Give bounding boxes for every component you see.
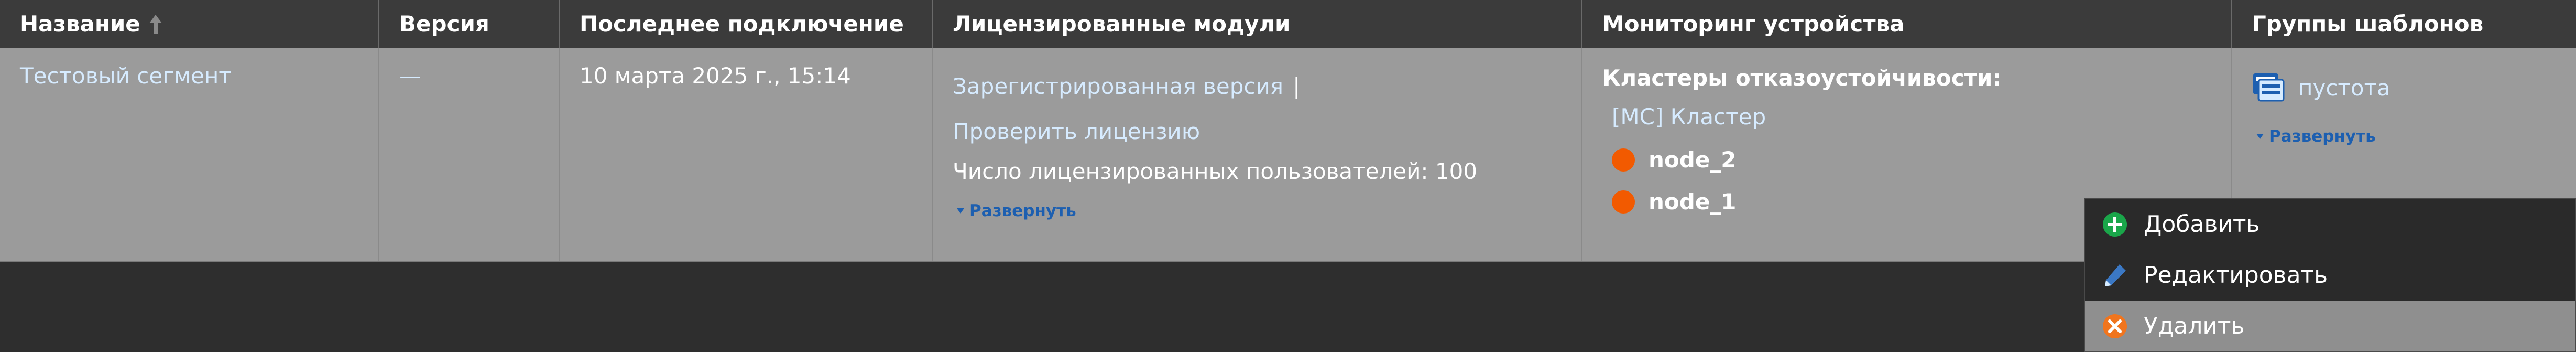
node-item[interactable]: node_2 — [1612, 147, 1737, 173]
column-header-label: Последнее подключение — [580, 11, 904, 37]
expand-label: Развернуть — [969, 201, 1076, 220]
template-group-name: пустота — [2298, 74, 2391, 101]
column-header-version[interactable]: Версия — [379, 0, 560, 48]
column-header-label: Мониторинг устройства — [1602, 11, 1905, 37]
status-dot-icon — [1612, 148, 1635, 172]
menu-item-edit[interactable]: Редактировать — [2085, 250, 2575, 301]
expand-triangle-icon — [2256, 134, 2264, 139]
node-item[interactable]: node_1 — [1612, 189, 1737, 215]
column-header-device-monitoring[interactable]: Мониторинг устройства — [1582, 0, 2232, 48]
licenses-expand-link[interactable]: Развернуть — [957, 201, 1076, 220]
clusters-title: Кластеры отказоустойчивости: — [1602, 65, 2002, 91]
licensed-users-count: Число лицензированных пользователей: 100 — [953, 158, 1478, 184]
column-header-label: Версия — [399, 11, 489, 37]
last-connection-value: 10 марта 2025 г., 15:14 — [580, 63, 851, 89]
node-name: node_1 — [1649, 189, 1737, 215]
check-license-link[interactable]: Проверить лицензию — [953, 119, 1200, 144]
template-stack-icon — [2252, 70, 2285, 105]
column-header-label: Лицензированные модули — [953, 11, 1291, 37]
license-separator: | — [1293, 73, 1301, 99]
menu-item-label: Добавить — [2144, 211, 2260, 238]
menu-item-label: Удалить — [2144, 313, 2245, 339]
pencil-icon — [2102, 262, 2128, 289]
column-header-template-groups[interactable]: Группы шаблонов — [2232, 0, 2576, 48]
column-header-label: Группы шаблонов — [2252, 11, 2484, 37]
expand-triangle-icon — [957, 208, 964, 214]
menu-item-add[interactable]: Добавить — [2085, 199, 2575, 250]
license-status: Зарегистрированная версия | — [953, 73, 1300, 99]
column-header-licensed-modules[interactable]: Лицензированные модули — [933, 0, 1582, 48]
templates-expand-link[interactable]: Развернуть — [2256, 127, 2376, 146]
registered-version-link[interactable]: Зарегистрированная версия — [953, 73, 1283, 99]
column-header-name[interactable]: Название — [0, 0, 379, 48]
column-header-last-connection[interactable]: Последнее подключение — [560, 0, 933, 48]
segment-name-link[interactable]: Тестовый сегмент — [20, 63, 232, 89]
cell-last-connection: 10 марта 2025 г., 15:14 — [560, 48, 933, 261]
column-header-label: Название — [20, 11, 140, 37]
menu-item-delete[interactable]: Удалить — [2085, 301, 2575, 351]
expand-label: Развернуть — [2269, 127, 2376, 146]
version-value: — — [399, 63, 421, 89]
status-dot-icon — [1612, 190, 1635, 214]
template-group-item[interactable]: пустота — [2252, 70, 2391, 105]
cell-version: — — [379, 48, 560, 261]
sort-up-icon[interactable] — [149, 14, 162, 35]
table-header: Название Версия Последнее подключение Ли… — [0, 0, 2576, 48]
plus-circle-icon — [2102, 211, 2128, 238]
menu-item-label: Редактировать — [2144, 262, 2328, 289]
cell-licensed-modules: Зарегистрированная версия | Проверить ли… — [933, 48, 1582, 261]
context-menu: Добавить Редактировать Удалить — [2084, 198, 2576, 352]
cell-name: Тестовый сегмент — [0, 48, 379, 261]
node-name: node_2 — [1649, 147, 1737, 173]
cluster-link[interactable]: [MC] Кластер — [1612, 104, 1766, 130]
x-circle-icon — [2102, 313, 2128, 339]
